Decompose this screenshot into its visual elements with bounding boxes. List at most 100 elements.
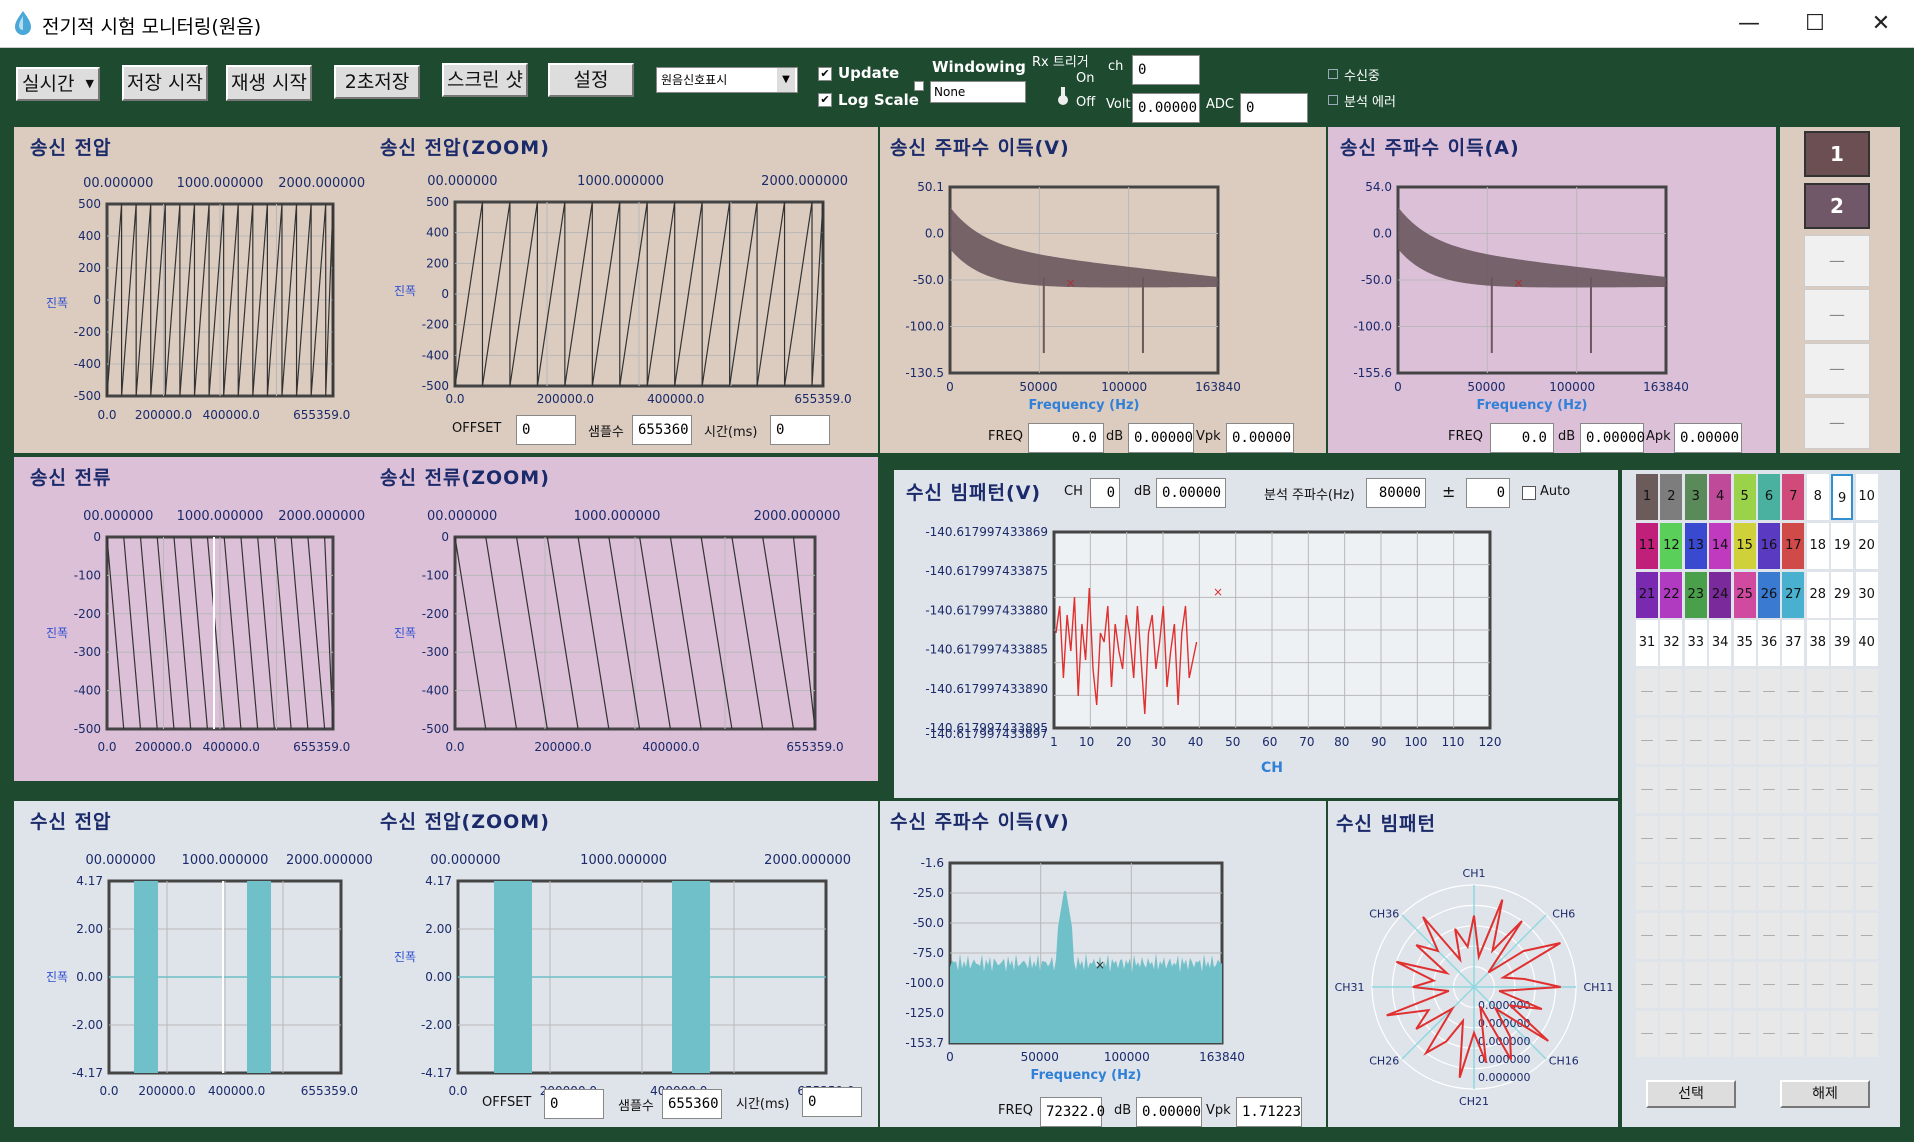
update-checkbox[interactable]: ✔ [818, 67, 832, 81]
channel-cell-9[interactable]: 9 [1831, 474, 1854, 520]
channel-cell-14[interactable]: 14 [1709, 522, 1732, 569]
channel-cell-empty[interactable]: — [1831, 669, 1854, 716]
channel-cell-empty[interactable]: — [1709, 864, 1732, 911]
rx-fv-v-input[interactable]: 1.71223 [1236, 1097, 1302, 1127]
channel-cell-empty[interactable]: — [1709, 913, 1732, 960]
rx-samples-input[interactable]: 655360 [662, 1089, 722, 1119]
channel-cell-empty[interactable]: — [1733, 718, 1756, 764]
channel-cell-34[interactable]: 34 [1709, 620, 1732, 667]
channel-cell-empty[interactable]: — [1855, 962, 1878, 1008]
screenshot-button[interactable]: 스크린 샷 [442, 63, 528, 97]
channel-cell-empty[interactable]: — [1709, 669, 1732, 716]
channel-cell-empty[interactable]: — [1782, 1010, 1805, 1057]
channel-cell-empty[interactable]: — [1660, 962, 1683, 1008]
tx-time-input[interactable]: 0 [770, 415, 830, 445]
channel-cell-empty[interactable]: — [1855, 766, 1878, 813]
channel-cell-26[interactable]: 26 [1758, 571, 1780, 618]
channel-cell-empty[interactable]: — [1758, 669, 1780, 716]
play-start-button[interactable]: 재생 시작 [226, 65, 312, 101]
volt-input[interactable]: 0.00000 [1132, 93, 1200, 123]
channel-cell-24[interactable]: 24 [1709, 571, 1732, 618]
channel-cell-empty[interactable]: — [1758, 718, 1780, 764]
mode-select[interactable]: 실시간 ▼ [16, 67, 100, 101]
channel-cell-empty[interactable]: — [1636, 1010, 1658, 1057]
channel-cell-35[interactable]: 35 [1733, 620, 1756, 667]
channel-cell-18[interactable]: 18 [1806, 522, 1829, 569]
channel-cell-23[interactable]: 23 [1684, 571, 1707, 618]
channel-cell-30[interactable]: 30 [1855, 571, 1878, 618]
channel-cell-empty[interactable]: — [1636, 669, 1658, 716]
channel-cell-empty[interactable]: — [1733, 962, 1756, 1008]
channel-cell-22[interactable]: 22 [1660, 571, 1683, 618]
channel-cell-33[interactable]: 33 [1684, 620, 1707, 667]
channel-cell-19[interactable]: 19 [1831, 522, 1854, 569]
channel-cell-empty[interactable]: — [1709, 962, 1732, 1008]
channel-cell-16[interactable]: 16 [1758, 522, 1780, 569]
save-2s-button[interactable]: 2초저장 [334, 65, 420, 99]
channel-cell-empty[interactable]: — [1660, 864, 1683, 911]
tx-samples-input[interactable]: 655360 [632, 415, 692, 445]
tx-fv-freq-input[interactable]: 0.0 [1028, 423, 1104, 453]
channel-cell-empty[interactable]: — [1806, 766, 1829, 813]
page-button-6[interactable]: — [1804, 397, 1870, 449]
channel-cell-empty[interactable]: — [1806, 962, 1829, 1008]
channel-cell-empty[interactable]: — [1709, 1010, 1732, 1057]
channel-cell-empty[interactable]: — [1758, 1010, 1780, 1057]
windowing-checkbox[interactable] [914, 81, 924, 91]
channel-cell-empty[interactable]: — [1831, 815, 1854, 862]
channel-cell-empty[interactable]: — [1684, 864, 1707, 911]
channel-cell-empty[interactable]: — [1758, 864, 1780, 911]
channel-cell-12[interactable]: 12 [1660, 522, 1683, 569]
channel-cell-empty[interactable]: — [1782, 913, 1805, 960]
channel-cell-empty[interactable]: — [1758, 815, 1780, 862]
channel-cell-29[interactable]: 29 [1831, 571, 1854, 618]
channel-cell-empty[interactable]: — [1733, 815, 1756, 862]
channel-cell-20[interactable]: 20 [1855, 522, 1878, 569]
channel-cell-empty[interactable]: — [1733, 669, 1756, 716]
channel-cell-empty[interactable]: — [1758, 913, 1780, 960]
channel-cell-38[interactable]: 38 [1806, 620, 1829, 667]
channel-cell-empty[interactable]: — [1831, 962, 1854, 1008]
save-start-button[interactable]: 저장 시작 [122, 65, 208, 101]
channel-cell-empty[interactable]: — [1782, 864, 1805, 911]
page-button-4[interactable]: — [1804, 289, 1870, 341]
signal-select[interactable]: 원음신호표시 ▼ [656, 67, 798, 93]
channel-cell-empty[interactable]: — [1855, 815, 1878, 862]
channel-cell-empty[interactable]: — [1806, 815, 1829, 862]
channel-cell-37[interactable]: 37 [1782, 620, 1805, 667]
channel-cell-empty[interactable]: — [1636, 962, 1658, 1008]
channel-cell-empty[interactable]: — [1660, 766, 1683, 813]
channel-cell-empty[interactable]: — [1782, 718, 1805, 764]
windowing-select[interactable]: None [930, 81, 1026, 103]
adc-input[interactable]: 0 [1240, 93, 1308, 123]
maximize-button[interactable]: ☐ [1782, 0, 1848, 48]
tx-fa-a-input[interactable]: 0.00000 [1674, 423, 1742, 453]
tx-offset-input[interactable]: 0 [516, 415, 576, 445]
channel-cell-empty[interactable]: — [1806, 669, 1829, 716]
tx-fv-db-input[interactable]: 0.00000 [1128, 423, 1194, 453]
channel-cell-empty[interactable]: — [1660, 718, 1683, 764]
channel-cell-empty[interactable]: — [1855, 864, 1878, 911]
minimize-button[interactable]: — [1716, 0, 1782, 48]
rx-offset-input[interactable]: 0 [544, 1089, 604, 1119]
channel-cell-empty[interactable]: — [1806, 913, 1829, 960]
channel-cell-empty[interactable]: — [1855, 913, 1878, 960]
settings-button[interactable]: 설정 [548, 63, 634, 97]
channel-cell-5[interactable]: 5 [1733, 474, 1756, 520]
channel-cell-11[interactable]: 11 [1636, 522, 1658, 569]
tx-fv-v-input[interactable]: 0.00000 [1226, 423, 1294, 453]
channel-cell-empty[interactable]: — [1709, 766, 1732, 813]
channel-cell-empty[interactable]: — [1636, 815, 1658, 862]
channel-cell-empty[interactable]: — [1806, 1010, 1829, 1057]
channel-cell-empty[interactable]: — [1733, 766, 1756, 813]
channel-cell-empty[interactable]: — [1684, 815, 1707, 862]
rx-fv-freq-input[interactable]: 72322.0 [1040, 1097, 1105, 1127]
channel-cell-13[interactable]: 13 [1684, 522, 1707, 569]
tx-fa-db-input[interactable]: 0.00000 [1580, 423, 1645, 453]
channel-cell-empty[interactable]: — [1855, 669, 1878, 716]
channel-cell-4[interactable]: 4 [1709, 474, 1732, 520]
channel-cell-empty[interactable]: — [1733, 913, 1756, 960]
channel-cell-32[interactable]: 32 [1660, 620, 1683, 667]
channel-cell-6[interactable]: 6 [1758, 474, 1780, 520]
channel-cell-39[interactable]: 39 [1831, 620, 1854, 667]
